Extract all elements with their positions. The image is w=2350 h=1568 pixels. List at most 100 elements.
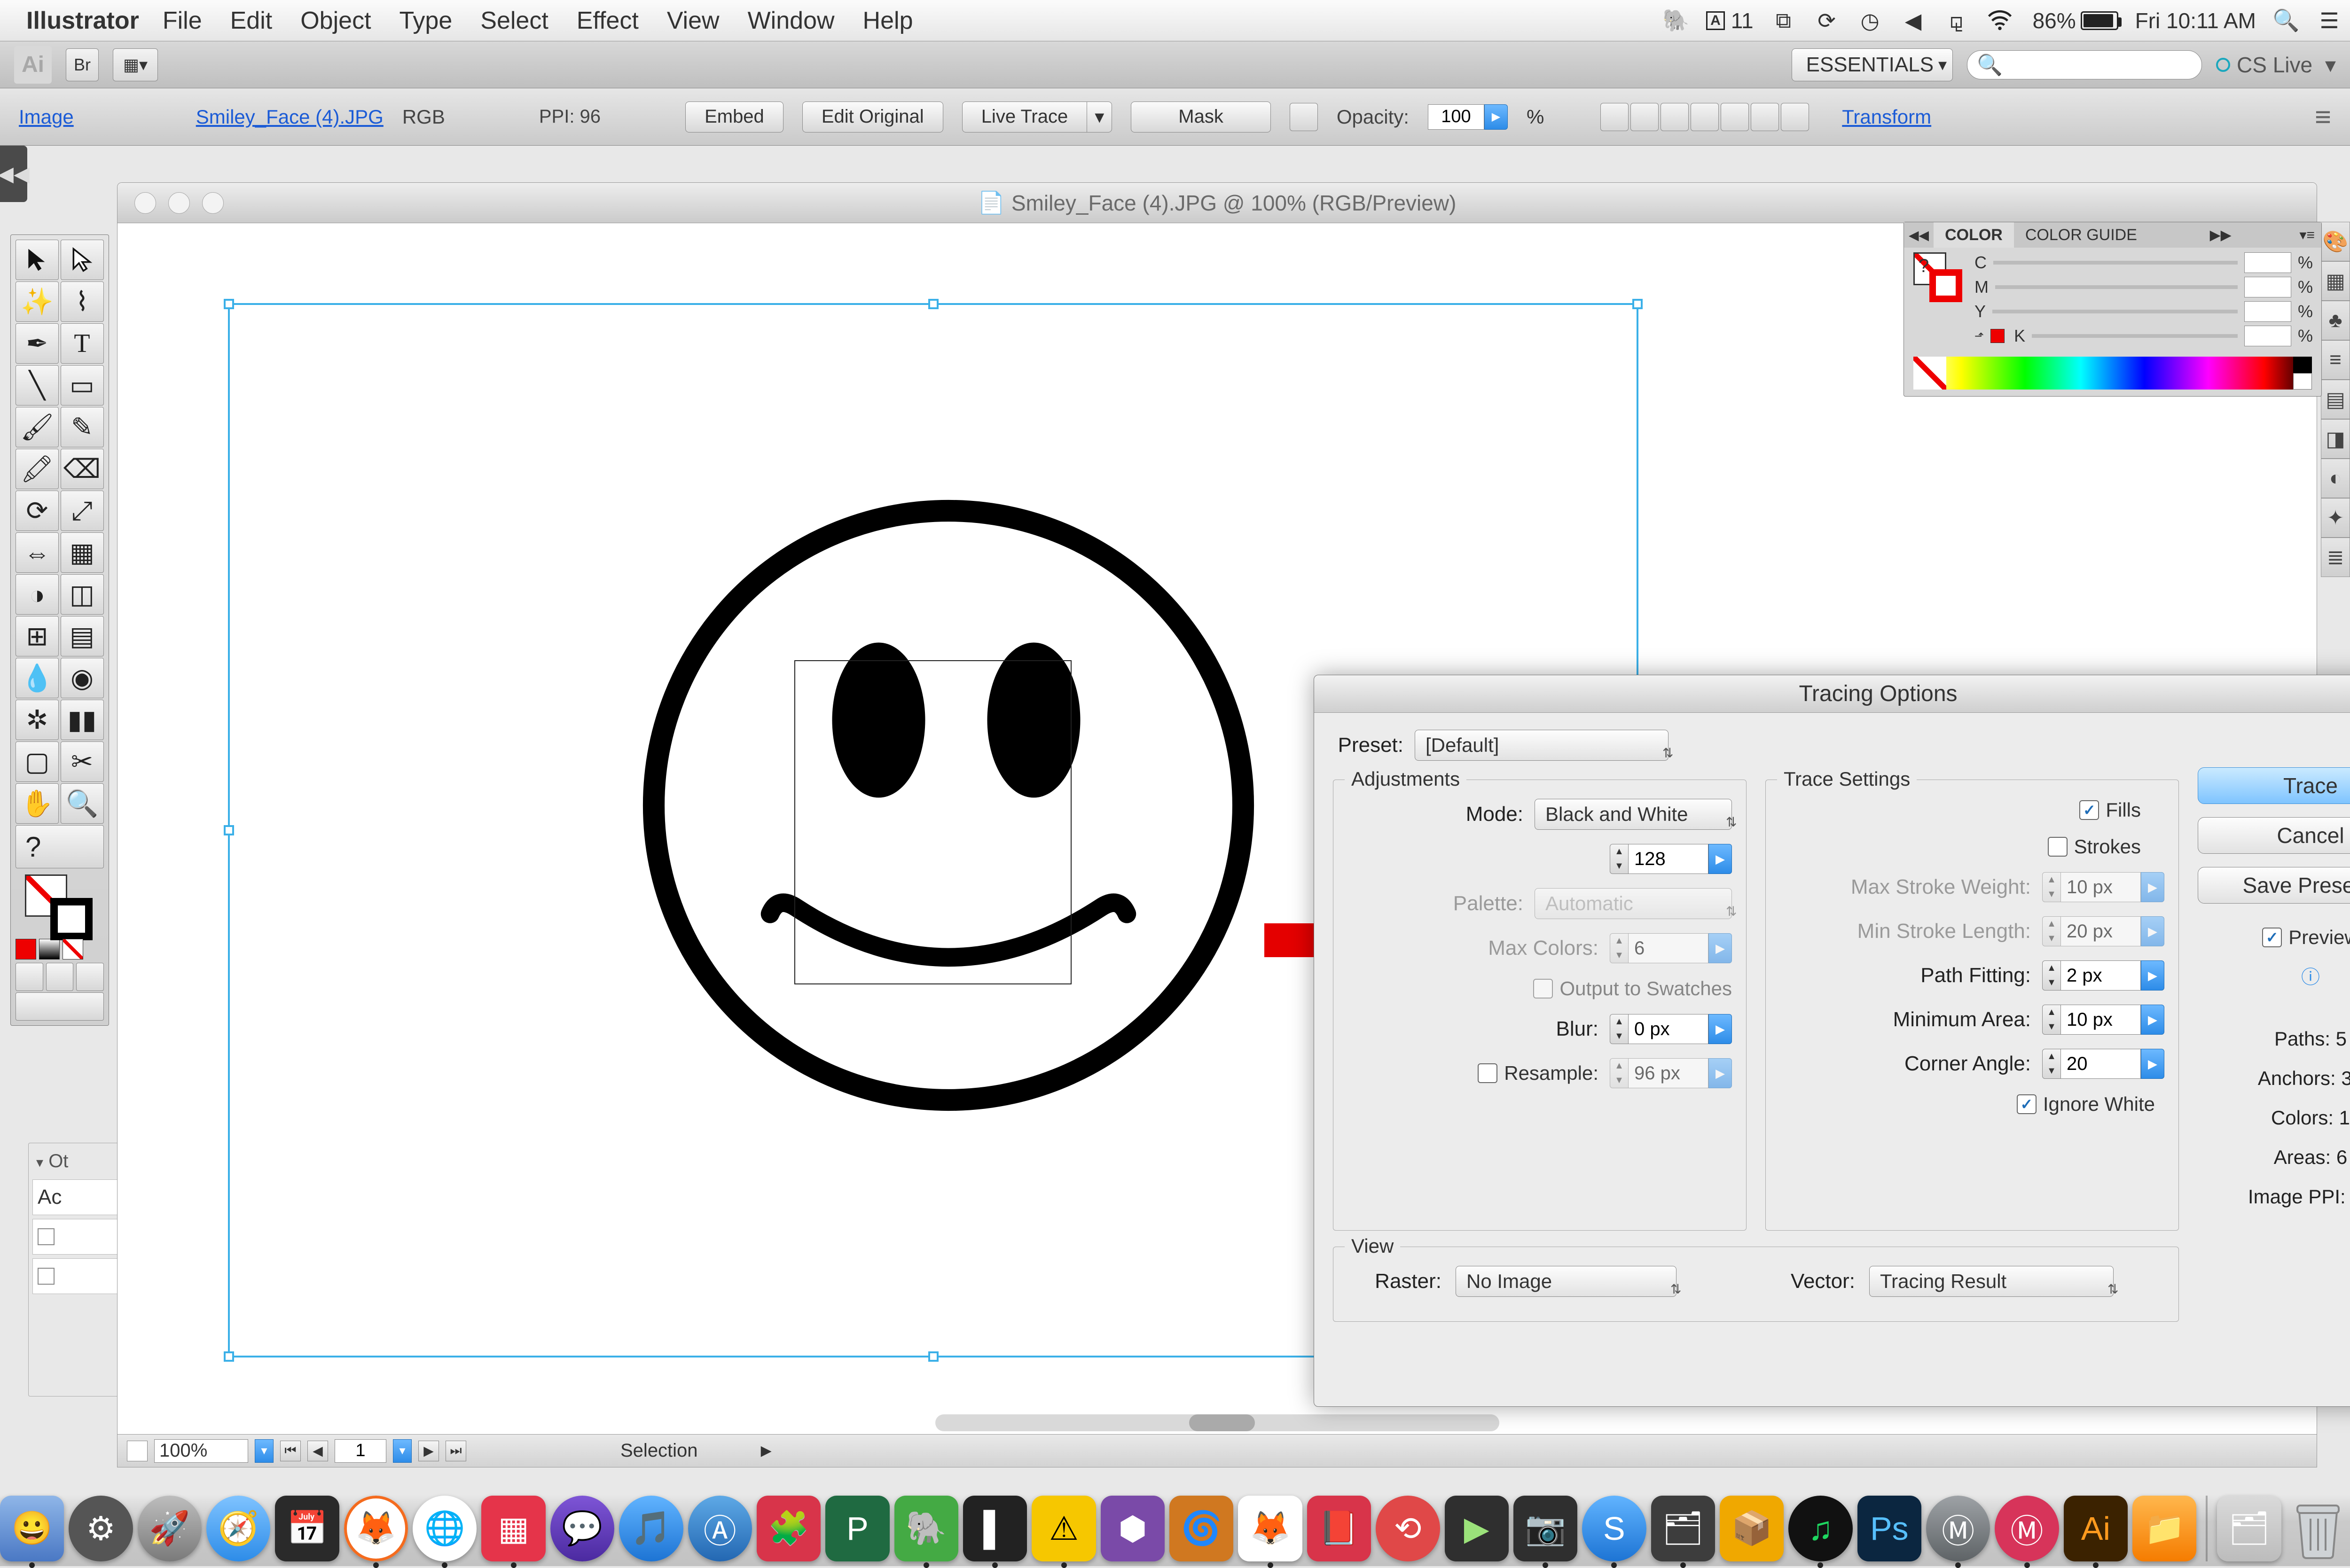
panel-collapse-arrows[interactable]: ◀◀ [1904, 227, 1934, 243]
mode-select[interactable]: Black and White [1535, 799, 1732, 830]
dock-app-evernote[interactable]: 🐘 [894, 1496, 958, 1561]
right-ic-stroke[interactable]: ≡ [2321, 340, 2350, 380]
dock-app-dark1[interactable]: ▶ [1445, 1496, 1509, 1561]
resample-checkbox[interactable]: Resample: [1478, 1062, 1598, 1084]
lasso-tool[interactable]: ⌇ [61, 281, 104, 322]
paintbrush-tool[interactable]: 🖌 [16, 407, 59, 447]
dock-app-firefox[interactable]: 🦊 [344, 1496, 408, 1561]
threshold-input[interactable]: ▲▼▶ [1610, 844, 1732, 874]
align-btn-4[interactable] [1691, 103, 1719, 131]
handle-bc[interactable] [928, 1351, 939, 1362]
spotlight-icon[interactable]: 🔍 [2273, 8, 2299, 34]
control-bar-menu-icon[interactable]: ≡ [2315, 101, 2331, 133]
spectrum-bar[interactable] [1913, 357, 2312, 390]
dock-app-photoshop[interactable]: Ps [1857, 1496, 1921, 1561]
dock-app-orange2[interactable]: 📦 [1720, 1496, 1784, 1561]
graph-tool[interactable]: ▮▮ [61, 700, 104, 740]
menu-extras-icon[interactable]: ☰ [2316, 8, 2342, 34]
preset-select[interactable]: [Default] [1415, 730, 1668, 761]
h-scrollbar[interactable] [935, 1414, 1499, 1431]
perspective-tool[interactable]: ◫ [61, 574, 104, 615]
right-ic-appearance[interactable]: ◐ [2321, 459, 2350, 498]
menu-help[interactable]: Help [863, 7, 913, 35]
shape-builder-tool[interactable]: ◑ [16, 574, 59, 615]
draw-inside[interactable] [76, 963, 104, 991]
rectangle-tool[interactable]: ▭ [61, 365, 104, 406]
align-btn-2[interactable] [1630, 103, 1659, 131]
right-ic-gradient[interactable]: ▤ [2321, 380, 2350, 419]
align-btn-5[interactable] [1721, 103, 1749, 131]
handle-bl[interactable] [224, 1351, 234, 1362]
k-value[interactable] [2244, 326, 2291, 346]
y-slider[interactable] [1992, 310, 2238, 313]
hand-tool[interactable]: ✋ [16, 783, 59, 824]
none-swatch[interactable] [63, 939, 83, 960]
dock-app-purple[interactable]: ⬢ [1101, 1496, 1165, 1561]
mini-fill-stroke[interactable] [1913, 252, 1965, 304]
dock-app-launchpad[interactable]: 🚀 [138, 1496, 202, 1561]
last-artboard-button[interactable]: ⏭ [446, 1441, 466, 1461]
pathfit-input[interactable]: ▲▼▶ [2042, 960, 2164, 991]
dock-app-red[interactable]: ▦ [481, 1496, 545, 1561]
selection-tool[interactable] [16, 240, 59, 280]
dock-app-itunes[interactable]: 🎵 [619, 1496, 683, 1561]
artboard-menu-button[interactable]: ▼ [393, 1439, 412, 1463]
magic-wand-tool[interactable]: ✨ [16, 281, 59, 322]
dock-app-vlc[interactable]: 🦊 [1238, 1496, 1302, 1561]
align-btn-7[interactable] [1781, 103, 1809, 131]
minarea-input[interactable]: ▲▼▶ [2042, 1005, 2164, 1035]
save-preset-button[interactable]: Save Preset... [2198, 867, 2350, 904]
scale-tool[interactable]: ⤢ [61, 491, 104, 531]
cs-live-button[interactable]: CS Live ▾ [2216, 52, 2336, 78]
draw-normal[interactable] [16, 963, 43, 991]
handle-ml[interactable] [224, 825, 234, 835]
menu-effect[interactable]: Effect [577, 7, 639, 35]
left-extra-row-2[interactable] [32, 1219, 118, 1255]
live-trace-menu-button[interactable]: ▾ [1087, 101, 1112, 133]
eyedropper-tool[interactable]: 💧 [16, 658, 59, 698]
menu-view[interactable]: View [667, 7, 720, 35]
status-menu-arrow[interactable]: ▶ [761, 1443, 772, 1459]
dropbox-status-icon[interactable]: ⧉ [1770, 8, 1797, 34]
dock-app-chrome[interactable]: 🌐 [413, 1496, 477, 1561]
draw-behind[interactable] [46, 963, 74, 991]
sync-status-icon[interactable]: ⟳ [1814, 8, 1840, 34]
c-slider[interactable] [1993, 261, 2238, 265]
menu-object[interactable]: Object [300, 7, 371, 35]
opacity-input[interactable] [1428, 104, 1484, 130]
right-ic-symbols[interactable]: ♣ [2321, 301, 2350, 340]
proof-icon[interactable] [127, 1441, 148, 1461]
transform-link[interactable]: Transform [1842, 106, 1931, 128]
blur-input[interactable]: ▲▼▶ [1610, 1014, 1732, 1044]
blend-tool[interactable]: ◉ [61, 658, 104, 698]
mesh-tool[interactable]: ⊞ [16, 616, 59, 656]
k-slider[interactable] [2032, 334, 2238, 338]
raster-select[interactable]: No Image [1456, 1266, 1676, 1297]
pencil-tool[interactable]: ✎ [61, 407, 104, 447]
white-color-icon[interactable] [2293, 373, 2312, 390]
dock-app-pdf[interactable]: 📕 [1307, 1496, 1371, 1561]
dock-app-appstore[interactable]: Ⓐ [688, 1496, 752, 1561]
zoom-field[interactable]: 100% [154, 1439, 248, 1463]
symbol-sprayer-tool[interactable]: ✲ [16, 700, 59, 740]
trace-button[interactable]: Trace [2198, 767, 2350, 804]
dock-app-gray[interactable]: Ⓜ [1926, 1496, 1990, 1561]
link-filename[interactable]: Smiley_Face (4).JPG [196, 106, 384, 128]
dock-stack[interactable]: 🗂 [2217, 1496, 2281, 1561]
embed-button[interactable]: Embed [685, 101, 783, 133]
menu-window[interactable]: Window [748, 7, 835, 35]
last-color-swatch[interactable] [16, 939, 36, 960]
default-fill-stroke-tool[interactable]: ? [16, 825, 104, 868]
dock-app-red2[interactable]: 🧩 [757, 1496, 821, 1561]
right-ic-layers[interactable]: ≣ [2321, 538, 2350, 577]
dock-app-finder[interactable]: 😀 [0, 1496, 64, 1561]
artboard-tool[interactable]: ▢ [16, 741, 59, 782]
direct-selection-tool[interactable] [61, 240, 104, 280]
workspace-switcher[interactable]: ESSENTIALS [1792, 48, 1953, 81]
color-tab[interactable]: COLOR [1934, 222, 2014, 248]
wifi-status-icon[interactable] [1987, 8, 2013, 34]
right-ic-styles[interactable]: ✦ [2321, 498, 2350, 538]
bridge-button[interactable]: Br [66, 48, 99, 81]
slice-tool[interactable]: ✂ [61, 741, 104, 782]
arrange-button[interactable]: ▦▾ [113, 48, 158, 81]
